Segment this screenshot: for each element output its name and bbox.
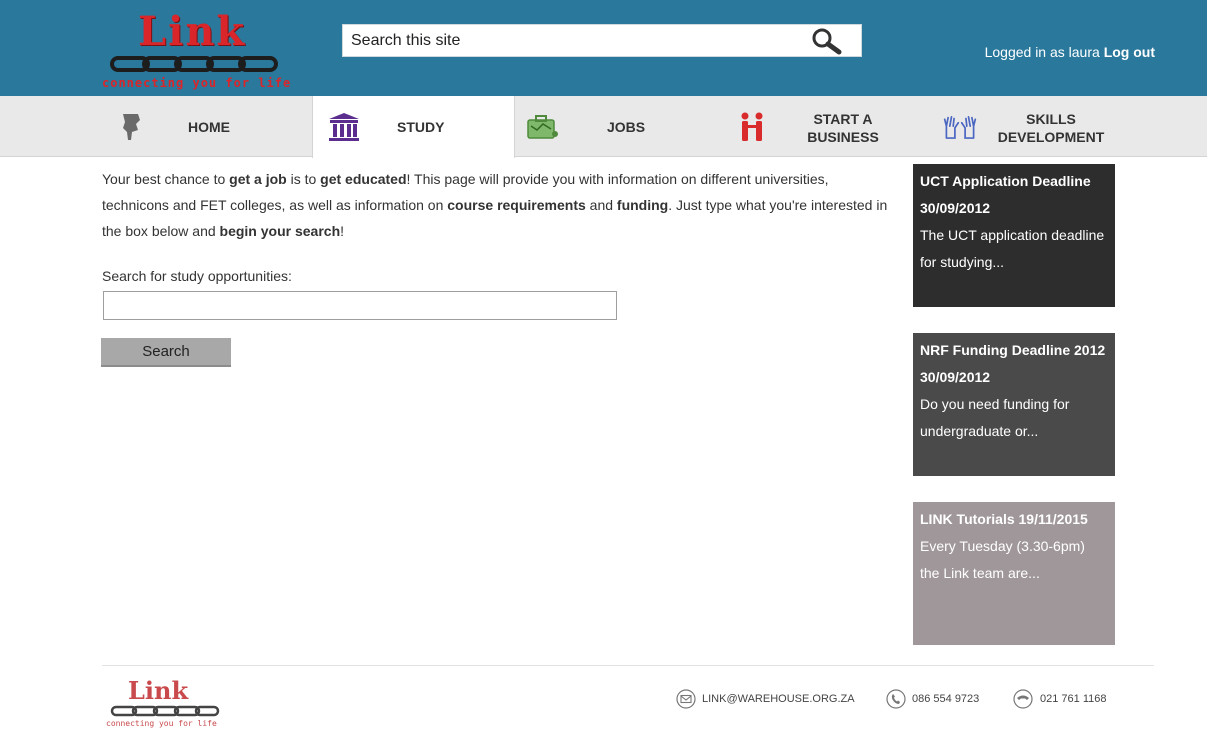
- footer-phone[interactable]: 086 554 9723: [886, 688, 979, 710]
- hands-icon: [943, 115, 977, 139]
- intro-text-part: is to: [286, 171, 321, 187]
- handshake-icon: [741, 112, 763, 141]
- news-card-title: NRF Funding Deadline 2012 30/09/2012: [920, 342, 1106, 385]
- nav-label-start-line2: BUSINESS: [807, 129, 879, 145]
- news-card-desc: Do you need funding for undergraduate or…: [920, 396, 1070, 439]
- nav-item-home[interactable]: HOME: [102, 96, 312, 157]
- news-card-title: LINK Tutorials 19/11/2015: [920, 511, 1088, 527]
- study-search-label: Search for study opportunities:: [102, 268, 292, 284]
- logo-wordmark: Link: [138, 8, 247, 55]
- nav-item-study[interactable]: STUDY: [312, 96, 515, 158]
- logged-in-text: Logged in as laura: [984, 44, 1100, 60]
- footer-email[interactable]: LINK@WAREHOUSE.ORG.ZA: [676, 688, 855, 710]
- footer-logo-wordmark: Link: [128, 676, 189, 705]
- study-search-button[interactable]: Search: [101, 338, 231, 367]
- logout-link[interactable]: Log out: [1104, 44, 1155, 60]
- nav-label-skills-line1: SKILLS: [1026, 111, 1076, 127]
- intro-text-bold: get educated: [320, 171, 407, 187]
- intro-text-bold: funding: [616, 197, 669, 213]
- study-search-input[interactable]: [103, 291, 617, 320]
- nav-label-skills-line2: DEVELOPMENT: [997, 129, 1105, 145]
- login-status: Logged in as laura Log out: [985, 44, 1155, 60]
- news-card-desc: The UCT application deadline for studyin…: [920, 227, 1105, 270]
- news-card-title: UCT Application Deadline 30/09/2012: [920, 173, 1091, 216]
- nav-label-skills-development: SKILLS DEVELOPMENT: [991, 110, 1111, 146]
- nav-label-home: HOME: [188, 119, 230, 135]
- nav-item-jobs[interactable]: JOBS: [515, 96, 715, 157]
- site-search-input[interactable]: [343, 25, 803, 56]
- chain-icon: [110, 705, 220, 717]
- news-card-nrf-funding[interactable]: NRF Funding Deadline 2012 30/09/2012 Do …: [913, 333, 1115, 476]
- logo-tagline: connecting you for life: [102, 76, 292, 90]
- main-nav: HOME STUDY JOBS START A BUSINESS SKILLS …: [0, 96, 1207, 158]
- footer-divider: [102, 665, 1154, 666]
- footer-logo-tagline: connecting you for life: [106, 719, 217, 728]
- intro-text-part: and: [585, 197, 617, 213]
- news-card-uct-deadline[interactable]: UCT Application Deadline 30/09/2012 The …: [913, 164, 1115, 307]
- intro-text-bold: begin your search: [219, 223, 341, 239]
- institution-icon: [329, 113, 359, 141]
- magnifier-icon[interactable]: [809, 27, 843, 55]
- intro-text-part: !: [340, 223, 345, 239]
- home-pin-icon: [123, 114, 140, 140]
- nav-label-start-line1: START A: [813, 111, 873, 127]
- chain-icon: [110, 56, 278, 72]
- briefcase-icon: [527, 115, 558, 139]
- intro-text-bold: get a job: [229, 171, 287, 187]
- phone-icon: [886, 689, 906, 709]
- nav-item-start-business[interactable]: START A BUSINESS: [715, 96, 915, 157]
- nav-item-skills-development[interactable]: SKILLS DEVELOPMENT: [915, 96, 1155, 157]
- footer-logo[interactable]: Link connecting you for life: [106, 676, 236, 732]
- footer-fax-text: 021 761 1168: [1040, 693, 1107, 705]
- nav-label-study: STUDY: [397, 119, 445, 135]
- fax-icon: [1013, 689, 1033, 709]
- nav-label-start-business: START A BUSINESS: [803, 110, 883, 146]
- site-search: [342, 24, 862, 57]
- nav-label-jobs: JOBS: [607, 119, 646, 135]
- footer-fax[interactable]: 021 761 1168: [1012, 688, 1106, 710]
- intro-text-part: Your best chance to: [102, 171, 230, 187]
- footer-phone-text: 086 554 9723: [912, 693, 980, 705]
- news-card-desc: Every Tuesday (3.30-6pm) the Link team a…: [920, 538, 1085, 581]
- footer-email-text: LINK@WAREHOUSE.ORG.ZA: [702, 693, 855, 705]
- email-icon: [676, 689, 696, 709]
- site-header: Link connecting you for life Logged in a…: [0, 0, 1207, 96]
- intro-text: Your best chance to get a job is to get …: [102, 166, 892, 244]
- site-logo[interactable]: Link connecting you for life: [102, 8, 302, 92]
- news-card-link-tutorials[interactable]: LINK Tutorials 19/11/2015 Every Tuesday …: [913, 502, 1115, 645]
- intro-text-bold: course requirements: [447, 197, 586, 213]
